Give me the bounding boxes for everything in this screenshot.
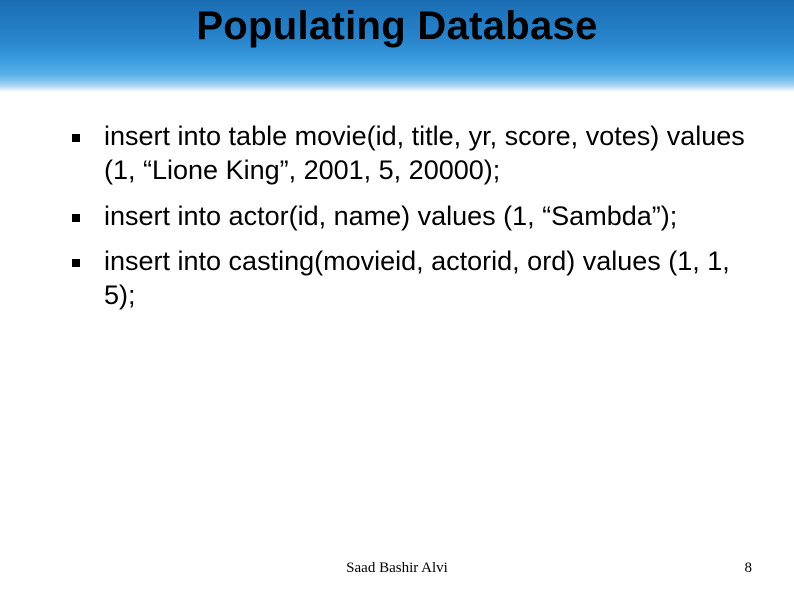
footer-page-number: 8 [745,560,753,577]
list-item: insert into casting(movieid, actorid, or… [72,245,754,313]
bullet-text: insert into actor(id, name) values (1, “… [104,200,677,234]
slide-content: insert into table movie(id, title, yr, s… [72,120,754,325]
list-item: insert into actor(id, name) values (1, “… [72,200,754,234]
bullet-text: insert into table movie(id, title, yr, s… [104,120,754,188]
slide: Populating Database insert into table mo… [0,0,794,595]
slide-title: Populating Database [0,4,794,49]
bullet-icon [72,259,80,267]
list-item: insert into table movie(id, title, yr, s… [72,120,754,188]
bullet-icon [72,214,80,222]
title-band: Populating Database [0,0,794,92]
bullet-text: insert into casting(movieid, actorid, or… [104,245,754,313]
bullet-icon [72,134,80,142]
footer-author: Saad Bashir Alvi [346,560,448,577]
footer: Saad Bashir Alvi 8 [0,560,794,577]
